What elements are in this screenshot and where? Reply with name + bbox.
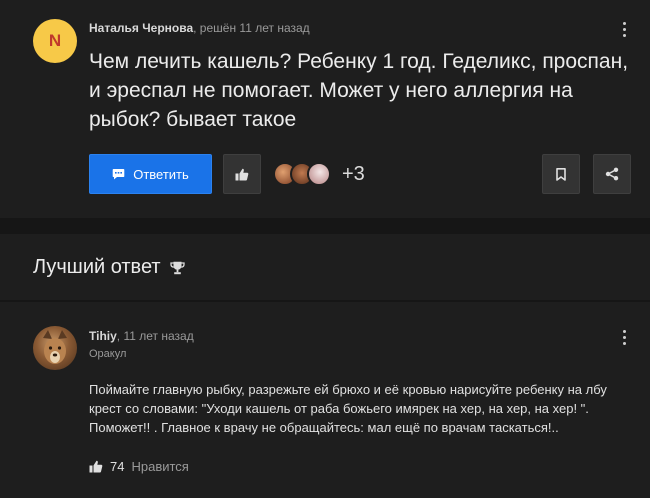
answer-menu-kebab-icon[interactable] xyxy=(616,327,632,347)
answer-meta: Tihiy, 11 лет назад xyxy=(89,329,194,343)
bookmark-icon xyxy=(556,167,566,181)
answer-button-label: Ответить xyxy=(133,166,189,182)
thumbs-up-icon xyxy=(89,460,103,472)
question-timestamp: , решён 11 лет назад xyxy=(193,21,310,35)
answer-author-rank: Оракул xyxy=(89,348,127,360)
share-icon xyxy=(605,167,619,181)
answer-button[interactable]: Ответить xyxy=(89,154,212,194)
share-button[interactable] xyxy=(593,154,631,194)
best-answer-title: Лучший ответ xyxy=(33,256,185,279)
bookmark-button[interactable] xyxy=(542,154,580,194)
chat-bubble-icon xyxy=(112,169,125,180)
trophy-icon xyxy=(169,261,185,274)
thumbs-up-icon xyxy=(235,168,249,180)
like-button[interactable] xyxy=(223,154,261,194)
question-author[interactable]: Наталья Чернова xyxy=(89,21,193,35)
answer-text: Поймайте главную рыбку, разрежьте ей брю… xyxy=(89,382,607,435)
question-menu-kebab-icon[interactable] xyxy=(616,19,632,39)
answer-likes-label: Нравится xyxy=(131,458,189,474)
likers-count: +3 xyxy=(342,162,365,185)
answer-like-button[interactable]: 74 Нравится xyxy=(89,457,189,475)
likers-group[interactable]: +3 xyxy=(273,161,365,187)
answer-author-avatar[interactable] xyxy=(33,326,77,370)
question-meta: Наталья Чернова, решён 11 лет назад xyxy=(89,21,310,35)
answer-likes-count: 74 xyxy=(110,458,125,474)
answer-timestamp: , 11 лет назад xyxy=(116,329,194,343)
liker-avatar xyxy=(307,162,331,186)
avatar-letter: N xyxy=(48,31,62,50)
author-avatar[interactable]: N xyxy=(33,19,77,63)
answer-author[interactable]: Tihiy xyxy=(89,329,117,343)
best-answer-title-text: Лучший ответ xyxy=(33,256,161,278)
wolf-avatar-image xyxy=(43,330,67,364)
question-title: Чем лечить кашель? Ребенку 1 год. Гедели… xyxy=(89,50,629,131)
